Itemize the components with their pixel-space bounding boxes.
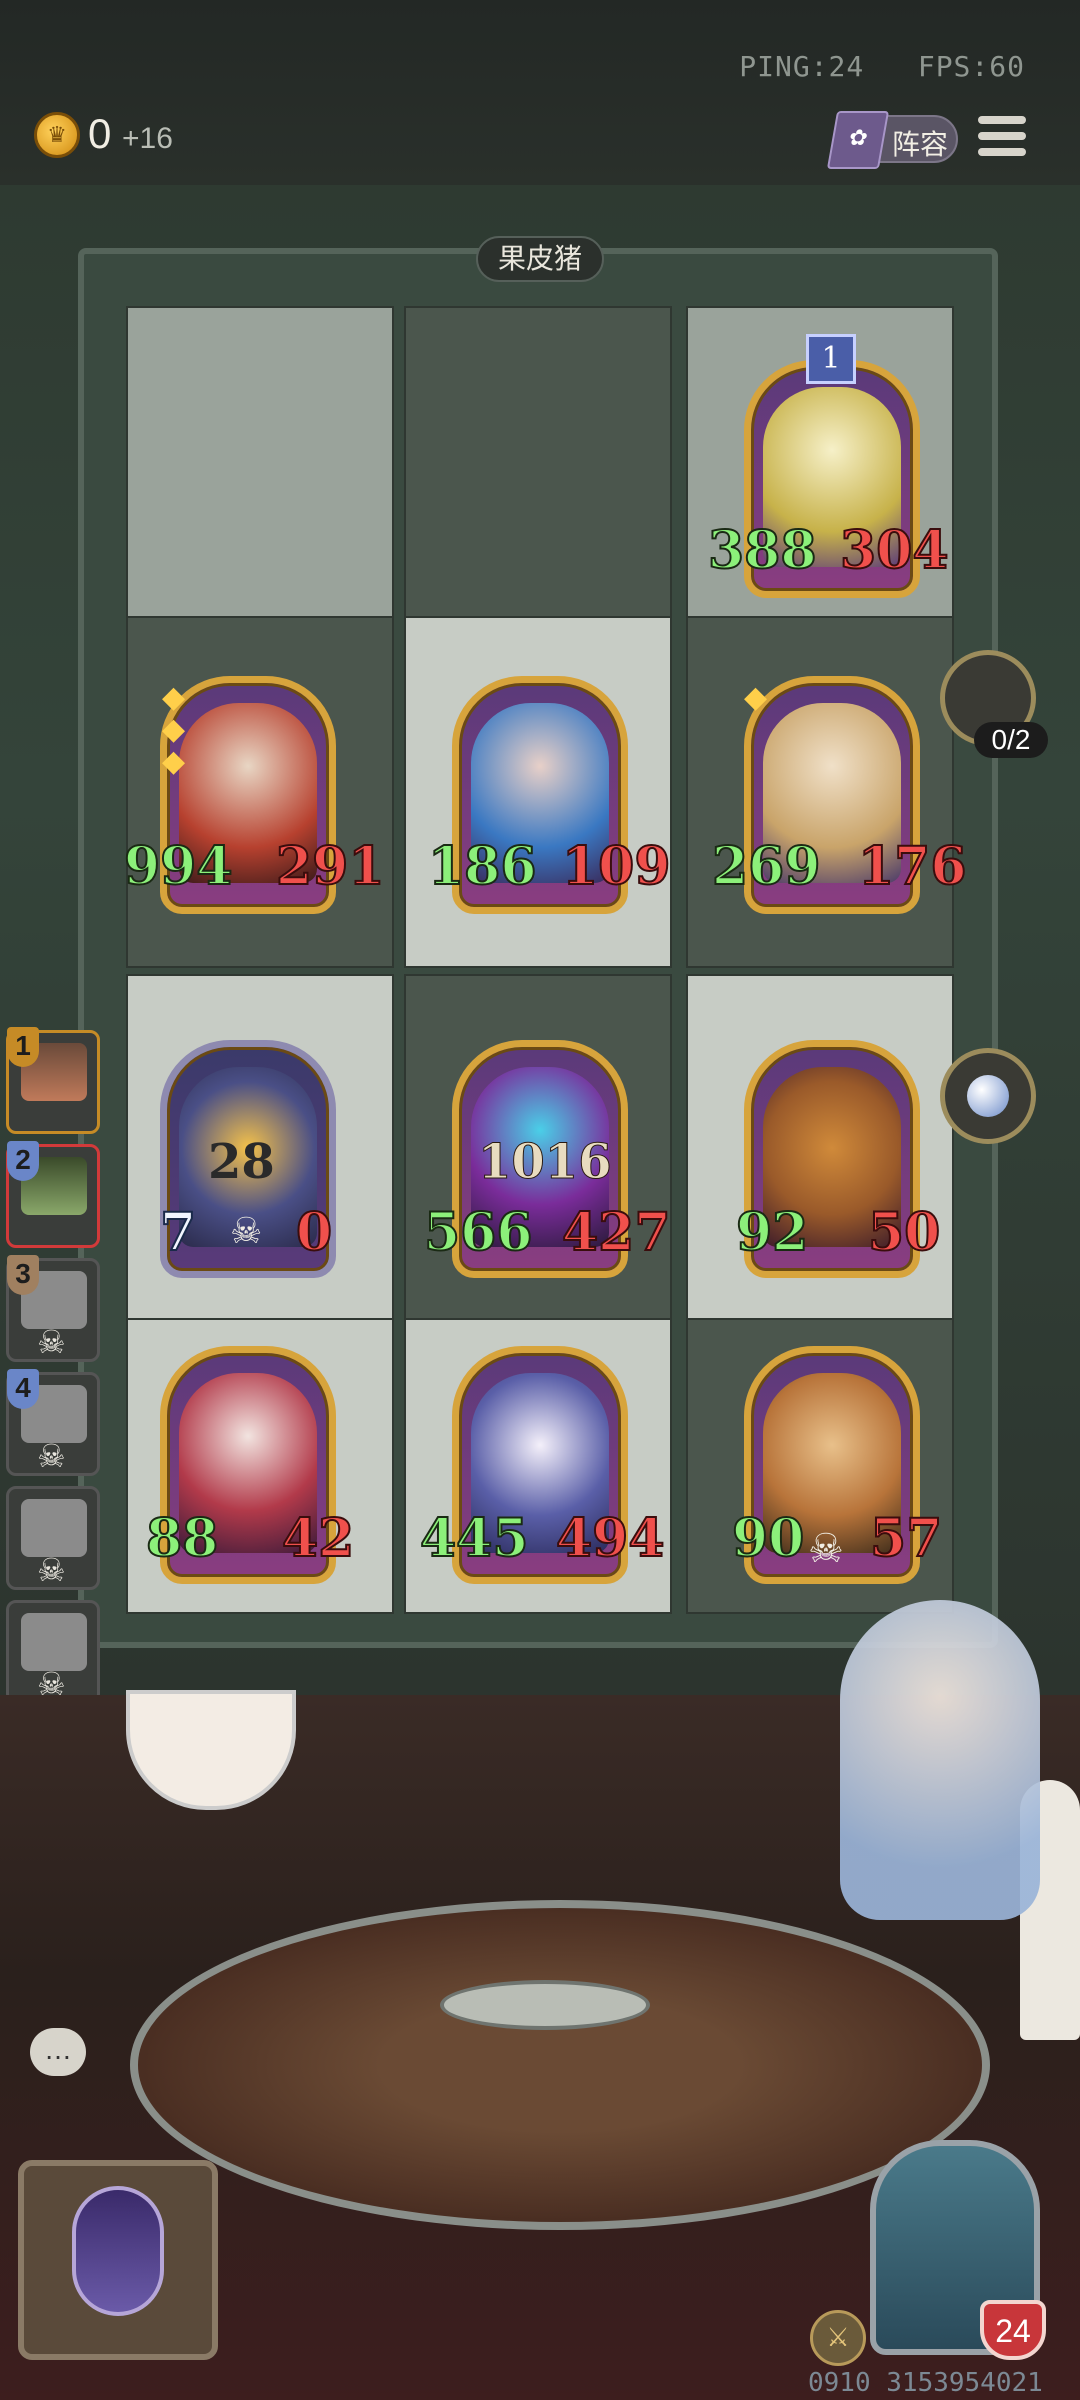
lineup-label: 阵容: [892, 129, 949, 160]
unit-attack: 90: [731, 1507, 805, 1570]
sword-icon: ⚔: [826, 2322, 850, 2352]
player-health: 24: [980, 2300, 1046, 2360]
item-count: 0/2: [974, 722, 1048, 758]
unit-attack: 269: [711, 835, 822, 898]
star-icon: ◆: [162, 681, 186, 714]
unit-health: 304: [839, 519, 950, 582]
skull-icon: ☠: [37, 1552, 66, 1588]
ping-text: PING:24: [739, 50, 865, 83]
unit-health: 50: [867, 1201, 941, 1264]
mirror-icon: [72, 2186, 164, 2316]
session-id: 0910 3153954021: [808, 2368, 1043, 2398]
fps-text: FPS:60: [917, 50, 1025, 83]
skull-icon: ☠: [230, 1210, 263, 1251]
gold-income: +16: [122, 122, 173, 155]
chat-icon: …: [44, 2034, 72, 2065]
crystal-ball-icon: [967, 1075, 1009, 1117]
unit-health: 0: [295, 1201, 333, 1264]
rank-badge: 4: [7, 1369, 39, 1409]
opponent-name: 果皮猪: [476, 236, 604, 282]
rank-badge: 2: [7, 1141, 39, 1181]
board-cell[interactable]: [404, 306, 672, 656]
coin-icon: ♛: [34, 112, 80, 158]
unit-health: 42: [281, 1507, 355, 1570]
crystal-ball-button[interactable]: [940, 1048, 1036, 1144]
player-slot[interactable]: 1: [6, 1027, 100, 1134]
gold-amount: 0: [88, 110, 112, 157]
star-icon: ◆: [162, 745, 186, 778]
unit-health: 176: [857, 835, 968, 898]
player-avatar: [21, 1499, 87, 1557]
player-slot[interactable]: ☠: [6, 1600, 100, 1704]
hamburger-icon: [978, 148, 1026, 156]
star-icon: ◆: [162, 713, 186, 746]
player-slot[interactable]: ☠: [6, 1486, 100, 1590]
unit-attack: 7: [159, 1201, 197, 1264]
unit-health: 109: [561, 835, 672, 898]
unit-attack: 88: [145, 1507, 219, 1570]
unit-attack: 445: [419, 1507, 530, 1570]
star-icon: ◆: [744, 681, 768, 714]
player-avatar: [21, 1613, 87, 1671]
chest-button[interactable]: [18, 2160, 218, 2360]
unit-health: 57: [869, 1507, 943, 1570]
skull-icon: ☠: [37, 1324, 66, 1360]
skull-icon: ☠: [37, 1438, 66, 1474]
network-stats: PING:24 FPS:60: [739, 50, 1025, 83]
player-slot[interactable]: ☠ 4: [6, 1369, 100, 1476]
unit-attack: 388: [707, 519, 818, 582]
unit-center-value: 1016: [478, 1134, 613, 1191]
unit-attack: 92: [735, 1201, 809, 1264]
roulette-wheel: [130, 1900, 990, 2230]
player-slot[interactable]: ☠ 3: [6, 1255, 100, 1362]
lineup-button[interactable]: ✿ 阵容: [826, 111, 958, 169]
hamburger-icon: [978, 116, 1026, 124]
board-cell[interactable]: [126, 306, 394, 656]
chat-button[interactable]: …: [30, 2028, 86, 2076]
rank-badge: 1: [7, 1027, 39, 1067]
unit-health: 494: [555, 1507, 666, 1570]
player-avatar-character[interactable]: [840, 1600, 1040, 1920]
player-slot[interactable]: 2: [6, 1141, 100, 1248]
unit-attack: 566: [423, 1201, 534, 1264]
summon-counter: 28: [208, 1134, 275, 1190]
unit-attack: 994: [123, 835, 234, 898]
roulette-hub: [440, 1980, 650, 2030]
book-icon: ✿: [826, 111, 890, 169]
rank-badge: 3: [7, 1255, 39, 1295]
unit-attack: 186: [427, 835, 538, 898]
menu-button[interactable]: [978, 112, 1026, 160]
tier-badge: 1: [806, 334, 856, 384]
unit-health: 427: [561, 1201, 672, 1264]
skull-icon: ☠: [808, 1527, 844, 1571]
hamburger-icon: [978, 132, 1026, 140]
unit-health: 291: [275, 835, 386, 898]
sword-button[interactable]: ⚔: [810, 2310, 866, 2366]
